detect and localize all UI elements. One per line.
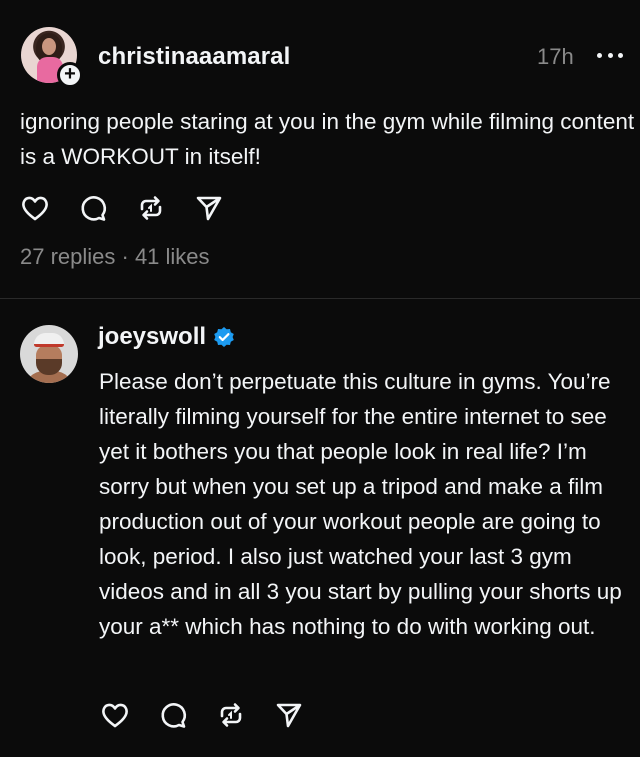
post-stats[interactable]: 27 replies · 41 likes	[20, 244, 210, 270]
reply-avatar[interactable]	[20, 325, 78, 383]
reply-username[interactable]: joeyswoll	[98, 323, 206, 351]
post-actions	[20, 193, 252, 223]
comment-icon[interactable]	[78, 193, 108, 223]
post-text: ignoring people staring at you in the gy…	[20, 109, 635, 169]
repost-icon[interactable]	[216, 700, 246, 730]
share-icon[interactable]	[274, 700, 304, 730]
post: + christinaaamaral 17h ignoring people s…	[0, 0, 640, 298]
comment-icon[interactable]	[158, 700, 188, 730]
repost-icon[interactable]	[136, 193, 166, 223]
verified-badge-icon	[214, 327, 234, 347]
post-username[interactable]: christinaaamaral	[98, 43, 290, 71]
avatar-cap	[34, 333, 64, 347]
share-icon[interactable]	[194, 193, 224, 223]
divider	[0, 298, 640, 299]
reply-text: Please don’t perpetuate this culture in …	[99, 369, 622, 639]
heart-icon[interactable]	[100, 700, 130, 730]
follow-plus-button[interactable]: +	[57, 62, 83, 88]
more-icon[interactable]	[597, 53, 623, 59]
reply-header: joeyswoll	[98, 323, 235, 351]
reply-actions	[100, 700, 332, 730]
heart-icon[interactable]	[20, 193, 50, 223]
post-timestamp: 17h	[537, 44, 574, 69]
avatar-face	[42, 38, 56, 55]
